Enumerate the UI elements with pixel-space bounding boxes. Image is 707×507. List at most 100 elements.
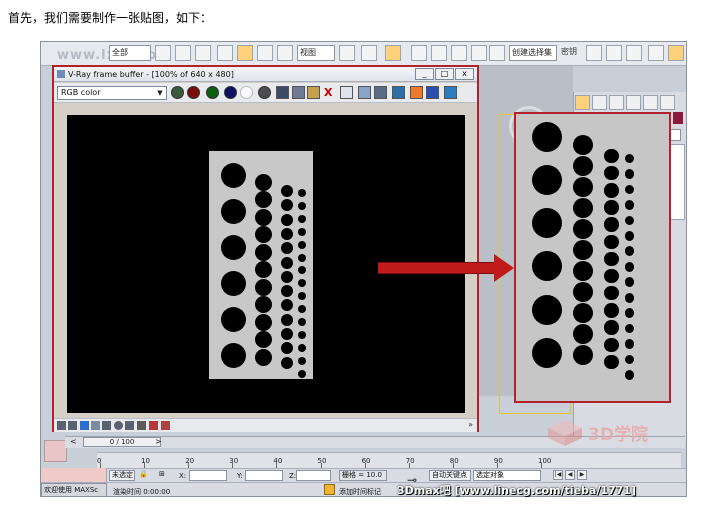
vfb-titlebar[interactable]: V-Ray frame buffer - [100% of 640 x 480]…: [54, 67, 477, 82]
motion-tab[interactable]: [626, 95, 641, 110]
key-filter-select[interactable]: 选定对象: [473, 470, 541, 481]
percent-snap-button[interactable]: [431, 45, 447, 61]
time-slider-thumb[interactable]: 0 / 100: [83, 437, 161, 447]
close-button[interactable]: x: [455, 68, 474, 80]
auto-key-button[interactable]: 自动关键点: [429, 470, 471, 481]
lock-icon[interactable]: 🔒: [139, 470, 148, 478]
hierarchy-tab[interactable]: [609, 95, 624, 110]
duplicate-icon[interactable]: [340, 86, 353, 99]
add-time-tag-text[interactable]: 添加时间标记: [339, 487, 381, 496]
pivot-button[interactable]: [339, 45, 355, 61]
render-last-icon[interactable]: [171, 86, 184, 99]
x-coord-field[interactable]: [189, 470, 227, 481]
region-render-icon[interactable]: [358, 86, 371, 99]
levels-icon[interactable]: [125, 421, 134, 430]
mirror-button[interactable]: [489, 45, 505, 61]
mono-channel-icon[interactable]: [258, 86, 271, 99]
move-button[interactable]: [237, 45, 253, 61]
select-by-name-button[interactable]: [175, 45, 191, 61]
rotate-button[interactable]: [257, 45, 273, 61]
modify-tab[interactable]: [592, 95, 607, 110]
utilities-tab[interactable]: [660, 95, 675, 110]
time-prev-button[interactable]: <: [70, 437, 77, 446]
plate-hole: [572, 135, 593, 156]
hdr-icon[interactable]: [137, 421, 146, 430]
blue-channel-icon[interactable]: [224, 86, 237, 99]
scale-button[interactable]: [277, 45, 293, 61]
track-bar-tick-label: 90: [493, 457, 503, 465]
create-tab[interactable]: [575, 95, 590, 110]
display-tab[interactable]: [643, 95, 658, 110]
history-icon[interactable]: [392, 86, 405, 99]
red-channel-icon[interactable]: [187, 86, 200, 99]
plate-hole: [298, 266, 306, 275]
lens-icon[interactable]: [161, 421, 170, 430]
maxscript-listener-pink[interactable]: [41, 468, 107, 482]
window-crossing-button[interactable]: [217, 45, 233, 61]
alpha-channel-icon[interactable]: [240, 86, 253, 99]
link-button[interactable]: [361, 45, 377, 61]
time-next-button[interactable]: >: [155, 437, 162, 446]
color-corrections-icon[interactable]: [426, 86, 439, 99]
plate-hole: [624, 308, 635, 318]
edit-named-sel-button[interactable]: [471, 45, 487, 61]
goto-start-button[interactable]: |◀: [553, 470, 563, 480]
render-button[interactable]: [668, 45, 684, 61]
curve-editor-button[interactable]: [626, 45, 642, 61]
plate-hole: [604, 286, 619, 301]
z-coord-field[interactable]: [296, 470, 331, 481]
named-selection-select[interactable]: 创建选择集: [509, 45, 557, 61]
stereo-icon[interactable]: [149, 421, 158, 430]
plate-hole: [298, 253, 306, 262]
angle-snap-button[interactable]: [411, 45, 427, 61]
green-channel-icon[interactable]: [206, 86, 219, 99]
zoomed-plate-callout: [514, 112, 671, 403]
reference-coord-select[interactable]: 视图: [297, 45, 335, 61]
object-color-swatch[interactable]: [673, 112, 683, 124]
spinner-snap-button[interactable]: [451, 45, 467, 61]
time-tag-icon[interactable]: [324, 484, 335, 495]
plate-hole: [572, 198, 593, 219]
lut-small-icon[interactable]: [102, 421, 111, 430]
region-select-button[interactable]: [195, 45, 211, 61]
plate-hole: [604, 337, 619, 352]
clear-icon[interactable]: X: [324, 86, 337, 99]
absolute-mode-icon[interactable]: ⊞: [159, 470, 165, 478]
vfb-title-text: V-Ray frame buffer - [100% of 640 x 480]: [68, 70, 234, 79]
prev-frame-button[interactable]: ◀: [565, 470, 575, 480]
plate-hole: [254, 226, 272, 243]
teapot-icon[interactable]: [374, 86, 387, 99]
lut-icon[interactable]: [410, 86, 423, 99]
plate-hole: [624, 215, 635, 226]
save-all-icon[interactable]: [292, 86, 305, 99]
minimize-button[interactable]: _: [415, 68, 434, 80]
sequence-icon[interactable]: [68, 421, 77, 430]
plate-hole: [604, 148, 619, 164]
snap-button[interactable]: [385, 45, 401, 61]
toolbar-overflow-icon[interactable]: »: [468, 420, 473, 429]
info-icon[interactable]: [80, 421, 89, 430]
render-settings-icon[interactable]: [444, 86, 457, 99]
align-button[interactable]: [586, 45, 602, 61]
render-time-text: 渲染时间 0:00:00: [113, 488, 171, 496]
select-object-button[interactable]: [155, 45, 171, 61]
mini-listener[interactable]: [44, 440, 67, 462]
ocio-icon[interactable]: [114, 421, 123, 430]
plate-hole: [281, 328, 293, 340]
material-editor-button[interactable]: [648, 45, 664, 61]
plate-hole: [604, 234, 619, 249]
vfb-icon[interactable]: [57, 421, 66, 430]
plate-hole: [624, 370, 635, 380]
y-coord-field[interactable]: [245, 470, 283, 481]
chart-icon[interactable]: [91, 421, 100, 430]
plate-hole: [531, 337, 562, 368]
selection-filter-select[interactable]: 全部: [109, 45, 151, 61]
open-icon[interactable]: [307, 86, 320, 99]
maximize-button[interactable]: □: [435, 68, 454, 80]
save-icon[interactable]: [276, 86, 289, 99]
channel-select[interactable]: RGB color ▼: [57, 86, 167, 100]
play-button[interactable]: ▶: [577, 470, 587, 480]
plate-hole: [604, 165, 619, 181]
track-bar-tick-label: 50: [317, 457, 327, 465]
layer-button[interactable]: [606, 45, 622, 61]
